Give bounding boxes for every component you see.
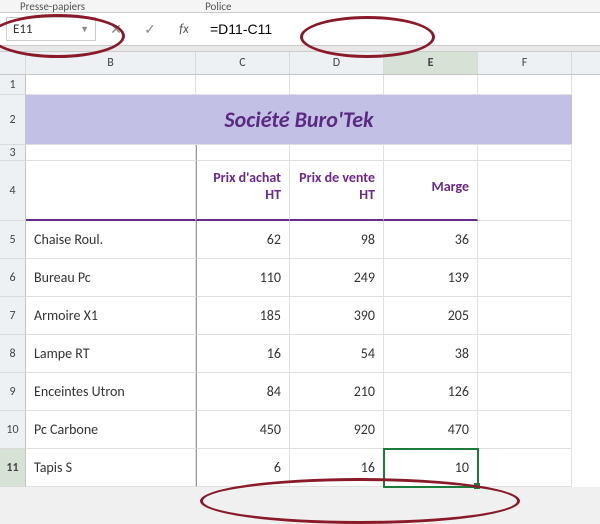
cell-d8[interactable]: 54 [290,335,384,373]
cell-f10[interactable] [478,411,572,449]
cell-d10[interactable]: 920 [290,411,384,449]
name-box[interactable]: E11 ▼ [6,17,96,41]
close-icon: ✕ [110,21,122,38]
cell-e8[interactable]: 38 [384,335,478,373]
cell-f7[interactable] [478,297,572,335]
col-header-e[interactable]: E [384,52,478,74]
header-prix-achat[interactable]: Prix d'achat HT [196,161,290,221]
row-header-1[interactable]: 1 [0,75,26,95]
col-header-f[interactable]: F [478,52,572,74]
col-header-c[interactable]: C [196,52,290,74]
formula-bar: E11 ▼ ✕ ✓ fx [0,12,600,46]
col-header-d[interactable]: D [290,52,384,74]
ribbon-group-font: Police [205,0,231,12]
cell-e1[interactable] [384,75,478,95]
cell-b6[interactable]: Bureau Pc [26,259,196,297]
header-prix-vente[interactable]: Prix de vente HT [290,161,384,221]
column-headers: B C D E F [0,52,600,75]
cell-d9[interactable]: 210 [290,373,384,411]
cell-d7[interactable]: 390 [290,297,384,335]
cell-c6[interactable]: 110 [196,259,290,297]
row-header-7[interactable]: 7 [0,297,26,335]
row-header-6[interactable]: 6 [0,259,26,297]
cell-b8[interactable]: Lampe RT [26,335,196,373]
formula-input[interactable] [204,17,594,41]
cell-e5[interactable]: 36 [384,221,478,259]
cell-f5[interactable] [478,221,572,259]
cell-b7[interactable]: Armoire X1 [26,297,196,335]
row-header-8[interactable]: 8 [0,335,26,373]
row-header-5[interactable]: 5 [0,221,26,259]
cell-c7[interactable]: 185 [196,297,290,335]
row-header-2[interactable]: 2 [0,95,26,145]
cell-d1[interactable] [290,75,384,95]
cell-b4[interactable] [26,161,196,221]
cell-b3[interactable] [26,145,196,161]
cell-e3[interactable] [384,145,478,161]
row-header-11[interactable]: 11 [0,449,26,487]
insert-function-button[interactable]: fx [170,17,198,41]
confirm-formula-button[interactable]: ✓ [136,17,164,41]
name-box-value: E11 [13,22,33,37]
ribbon-group-labels: Presse-papiers Police [0,0,600,12]
cell-c11[interactable]: 6 [196,449,290,487]
cell-c1[interactable] [196,75,290,95]
row-header-4[interactable]: 4 [0,161,26,221]
cell-c10[interactable]: 450 [196,411,290,449]
cell-e9[interactable]: 126 [384,373,478,411]
row-header-10[interactable]: 10 [0,411,26,449]
cell-e7[interactable]: 205 [384,297,478,335]
cell-b10[interactable]: Pc Carbone [26,411,196,449]
cell-d11[interactable]: 16 [290,449,384,487]
cancel-formula-button[interactable]: ✕ [102,17,130,41]
header-marge[interactable]: Marge [384,161,478,221]
spreadsheet-grid[interactable]: 1 2 Société Buro'Tek 3 4 Prix d'achat HT… [0,75,600,487]
cell-c9[interactable]: 84 [196,373,290,411]
cell-b5[interactable]: Chaise Roul. [26,221,196,259]
cell-f4[interactable] [478,161,572,221]
ribbon-group-clipboard: Presse-papiers [20,0,85,12]
cell-d5[interactable]: 98 [290,221,384,259]
cell-e10[interactable]: 470 [384,411,478,449]
row-header-9[interactable]: 9 [0,373,26,411]
cell-b1[interactable] [26,75,196,95]
check-icon: ✓ [144,21,156,38]
cell-c3[interactable] [196,145,290,161]
cell-b11[interactable]: Tapis S [26,449,196,487]
cell-c5[interactable]: 62 [196,221,290,259]
cell-f6[interactable] [478,259,572,297]
chevron-down-icon[interactable]: ▼ [80,24,89,35]
cell-c8[interactable]: 16 [196,335,290,373]
cell-b9[interactable]: Enceintes Utron [26,373,196,411]
cell-e11-active[interactable]: 10 [384,449,478,487]
cell-d6[interactable]: 249 [290,259,384,297]
select-all-corner[interactable] [0,52,26,74]
cell-f11[interactable] [478,449,572,487]
cell-f1[interactable] [478,75,572,95]
cell-f9[interactable] [478,373,572,411]
cell-d3[interactable] [290,145,384,161]
sheet-title[interactable]: Société Buro'Tek [26,95,572,145]
cell-e6[interactable]: 139 [384,259,478,297]
col-header-b[interactable]: B [26,52,196,74]
cell-f3[interactable] [478,145,572,161]
row-header-3[interactable]: 3 [0,145,26,161]
fx-icon: fx [179,22,189,37]
cell-f8[interactable] [478,335,572,373]
